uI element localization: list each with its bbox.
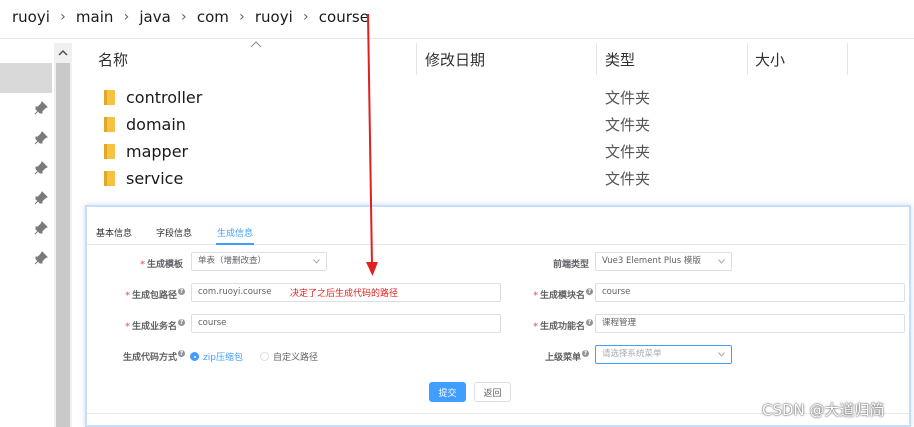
chevron-down-icon <box>718 352 725 357</box>
file-row[interactable]: mapper 文件夹 <box>100 139 800 165</box>
file-row[interactable]: domain 文件夹 <box>100 112 800 138</box>
radio-custom-path[interactable]: 自定义路径 <box>260 350 318 363</box>
module-name-label: * 生成模块名? <box>533 288 593 301</box>
address-breadcrumb: ruoyi › main › java › com › ruoyi › cour… <box>0 0 914 34</box>
help-icon[interactable]: ? <box>586 288 593 295</box>
tab-basic-info[interactable]: 基本信息 <box>96 226 132 239</box>
scroll-up-icon[interactable] <box>54 43 72 61</box>
tab-gen-info[interactable]: 生成信息 <box>217 226 253 239</box>
active-tab-indicator <box>216 243 254 245</box>
parent-menu-label: 上级菜单? <box>544 350 589 363</box>
column-header-modified[interactable]: 修改日期 <box>417 43 597 75</box>
divider <box>0 38 914 39</box>
gen-type-label: 生成代码方式? <box>122 350 185 363</box>
chevron-right-icon[interactable]: › <box>115 9 137 25</box>
radio-checked-icon[interactable] <box>190 352 199 361</box>
frontend-type-select[interactable]: Vue3 Element Plus 模版 <box>595 252 732 271</box>
column-header-type[interactable]: 类型 <box>597 43 747 75</box>
pin-icon[interactable] <box>34 251 48 265</box>
screenshot-root: ruoyi › main › java › com › ruoyi › cour… <box>0 0 914 427</box>
pin-icon[interactable] <box>34 101 48 115</box>
breadcrumb-ruoyi[interactable]: ruoyi <box>10 8 52 26</box>
help-icon[interactable]: ? <box>178 350 185 357</box>
template-label: * 生成模板 <box>140 260 183 270</box>
breadcrumb-java[interactable]: java <box>137 8 172 26</box>
scroll-thumb[interactable] <box>56 63 70 427</box>
file-list-header: 名称 修改日期 类型 大小 <box>86 41 914 75</box>
nav-scrollbar[interactable] <box>54 43 72 427</box>
column-header-size[interactable]: 大小 <box>747 43 847 75</box>
submit-button[interactable]: 提交 <box>429 382 466 402</box>
pin-icon[interactable] <box>34 131 48 145</box>
function-name-label: * 生成功能名? <box>533 319 593 332</box>
folder-icon <box>104 171 115 186</box>
chevron-down-icon <box>718 259 725 264</box>
help-icon[interactable]: ? <box>582 350 589 357</box>
file-name[interactable]: domain <box>126 112 186 138</box>
module-name-input[interactable]: course <box>595 283 905 302</box>
breadcrumb-com[interactable]: com <box>195 8 231 26</box>
folder-icon <box>104 90 115 105</box>
pin-icon[interactable] <box>34 221 48 235</box>
tab-field-info[interactable]: 字段信息 <box>156 226 192 239</box>
file-name[interactable]: mapper <box>126 139 188 165</box>
business-name-label: * 生成业务名? <box>125 319 185 332</box>
annotation-note: 决定了之后生成代码的路径 <box>290 289 399 299</box>
folder-icon <box>104 117 115 132</box>
business-name-input[interactable]: course <box>191 314 501 333</box>
radio-zip[interactable]: zip压缩包 <box>190 350 243 363</box>
navigation-pane <box>0 43 54 427</box>
chevron-right-icon[interactable]: › <box>231 9 253 25</box>
radio-custom-path-label: 自定义路径 <box>273 353 319 363</box>
chevron-right-icon[interactable]: › <box>173 9 195 25</box>
breadcrumb-main[interactable]: main <box>74 8 115 26</box>
nav-selected-item[interactable] <box>0 63 52 93</box>
breadcrumb-ruoyi-2[interactable]: ruoyi <box>253 8 295 26</box>
radio-unchecked-icon[interactable] <box>260 352 269 361</box>
gen-info-panel: 基本信息 字段信息 生成信息 * 生成模板 单表（增删改查） 前端类型 Vue3 … <box>85 205 911 427</box>
chevron-right-icon[interactable]: › <box>295 9 317 25</box>
chevron-down-icon <box>313 259 320 264</box>
tab-bar: 基本信息 字段信息 生成信息 <box>87 221 907 245</box>
radio-zip-label: zip压缩包 <box>203 353 243 363</box>
file-type: 文件夹 <box>605 143 651 161</box>
back-button[interactable]: 返回 <box>474 382 511 402</box>
column-header-name[interactable]: 名称 <box>90 43 416 75</box>
frontend-type-label: 前端类型 <box>552 260 589 270</box>
breadcrumb-course[interactable]: course <box>317 8 371 26</box>
file-name[interactable]: controller <box>126 85 202 111</box>
parent-menu-select[interactable]: 请选择系统菜单 <box>595 345 732 364</box>
help-icon[interactable]: ? <box>586 319 593 326</box>
file-row[interactable]: service 文件夹 <box>100 166 800 192</box>
file-row[interactable]: controller 文件夹 <box>100 85 800 111</box>
pin-icon[interactable] <box>34 161 48 175</box>
file-type: 文件夹 <box>605 116 651 134</box>
watermark: CSDN @大道归简 <box>762 401 885 419</box>
file-type: 文件夹 <box>605 170 651 188</box>
file-type: 文件夹 <box>605 89 651 107</box>
chevron-right-icon[interactable]: › <box>52 9 74 25</box>
help-icon[interactable]: ? <box>178 288 185 295</box>
column-divider[interactable] <box>847 43 848 75</box>
file-name[interactable]: service <box>126 166 183 192</box>
help-icon[interactable]: ? <box>178 319 185 326</box>
folder-icon <box>104 144 115 159</box>
pin-icon[interactable] <box>34 191 48 205</box>
template-select[interactable]: 单表（增删改查） <box>191 252 327 271</box>
function-name-input[interactable]: 课程管理 <box>595 314 905 333</box>
package-path-label: * 生成包路径? <box>125 288 185 301</box>
